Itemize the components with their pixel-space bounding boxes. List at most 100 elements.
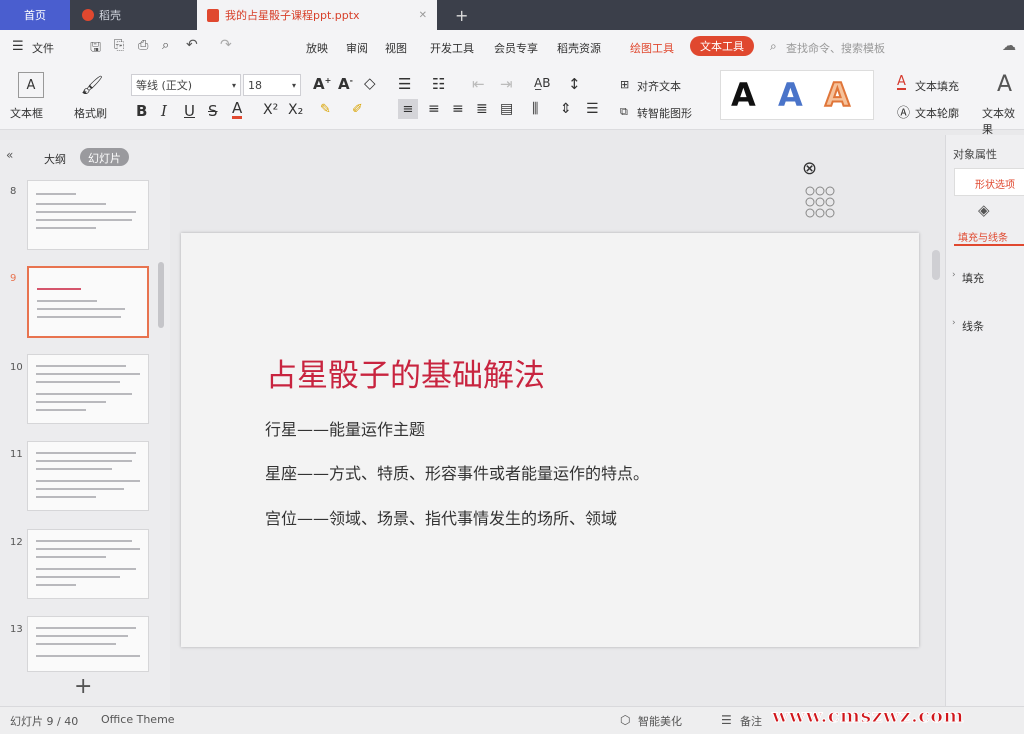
hamburger-icon[interactable]: ☰ xyxy=(12,39,24,54)
textbox-button[interactable]: 文本框 xyxy=(10,105,43,121)
underline-icon[interactable]: U xyxy=(184,102,195,120)
justify-icon[interactable]: ≣ xyxy=(476,101,488,117)
slide-bullet[interactable]: 星座——方式、特质、形容事件或者能量运作的特点。 xyxy=(265,460,649,484)
line-section[interactable]: 线条 xyxy=(962,318,984,334)
canvas-scrollbar[interactable] xyxy=(932,250,940,280)
numbered-list-icon[interactable]: ☷ xyxy=(432,75,445,93)
smart-beautify-button[interactable]: 智能美化 xyxy=(638,713,682,729)
redo-icon[interactable]: ↷ xyxy=(220,37,232,53)
bold-icon[interactable]: B xyxy=(136,102,147,120)
slide-thumbnail-11[interactable] xyxy=(27,441,149,511)
format-painter-button[interactable]: 格式刷 xyxy=(74,105,107,121)
align-text-button[interactable]: 对齐文本 xyxy=(637,78,681,94)
layer-icon[interactable]: ⊗ xyxy=(802,158,817,179)
beautify-icon: ⬡ xyxy=(620,713,631,727)
text-style-orange[interactable]: A xyxy=(824,75,851,115)
slide-number: 13 xyxy=(10,624,23,635)
print-icon[interactable]: ⎙ xyxy=(138,38,148,53)
menu-drawing-tools[interactable]: 绘图工具 xyxy=(630,40,674,56)
fill-section[interactable]: 填充 xyxy=(962,270,984,286)
smart-shape-button[interactable]: 转智能图形 xyxy=(637,105,692,121)
cloud-icon[interactable]: ☁ xyxy=(1002,38,1016,54)
grid-layout-icon[interactable] xyxy=(804,185,836,219)
tab-docer[interactable]: 稻壳 xyxy=(72,0,192,30)
text-effect-button[interactable]: 文本效果 xyxy=(982,105,1024,137)
theme-name: Office Theme xyxy=(101,713,175,726)
smart-shape-icon: ⧉ xyxy=(620,105,628,118)
text-effect-icon[interactable]: A xyxy=(997,72,1012,97)
clear-format-icon[interactable]: ◇ xyxy=(364,74,376,92)
textbox-icon[interactable]: A xyxy=(18,72,44,98)
tab-document[interactable]: 我的占星骰子课程ppt.pptx ✕ xyxy=(197,0,437,30)
distributed-icon[interactable]: ▤ xyxy=(500,101,513,117)
paragraph-spacing-icon[interactable]: ⇕ xyxy=(560,101,572,117)
preview-icon[interactable]: ⌕ xyxy=(162,38,169,53)
align-left-icon[interactable]: ≡ xyxy=(398,99,418,119)
slide-thumbnail-10[interactable] xyxy=(27,354,149,424)
font-name-select[interactable]: 等线 (正文) ▾ xyxy=(131,74,241,96)
menu-slideshow[interactable]: 放映 xyxy=(306,40,328,56)
new-tab-icon[interactable]: + xyxy=(445,0,475,30)
superscript-icon[interactable]: X² xyxy=(263,102,278,118)
slide-number: 12 xyxy=(10,537,23,548)
text-fill-button[interactable]: 文本填充 xyxy=(915,78,959,94)
bullet-list-icon[interactable]: ☰ xyxy=(398,75,411,93)
menu-developer[interactable]: 开发工具 xyxy=(430,40,474,56)
menu-member[interactable]: 会员专享 xyxy=(494,40,538,56)
slide-canvas[interactable]: 占星骰子的基础解法 行星——能量运作主题 星座——方式、特质、形容事件或者能量运… xyxy=(181,233,919,647)
outline-tab[interactable]: 大纲 xyxy=(44,151,66,167)
menu-review[interactable]: 审阅 xyxy=(346,40,368,56)
export-icon[interactable]: ⎘ xyxy=(114,38,124,53)
text-outline-button[interactable]: 文本轮廓 xyxy=(915,105,959,121)
slides-scrollbar[interactable] xyxy=(158,262,164,328)
search-icon: ⌕ xyxy=(770,39,777,53)
close-tab-icon[interactable]: ✕ xyxy=(419,10,427,21)
text-style-blue[interactable]: A xyxy=(778,76,803,114)
text-highlight-icon[interactable]: ✐ xyxy=(352,102,363,117)
menu-docer[interactable]: 稻壳资源 xyxy=(557,40,601,56)
shape-options-tab[interactable]: 形状选项 xyxy=(975,176,1015,191)
subscript-icon[interactable]: X₂ xyxy=(288,102,303,118)
slide-bullet[interactable]: 行星——能量运作主题 xyxy=(265,416,425,440)
expand-icon: › xyxy=(952,270,956,280)
slide-thumbnail-13[interactable] xyxy=(27,616,149,672)
slide-number: 11 xyxy=(10,449,23,460)
tab-home[interactable]: 首页 xyxy=(0,0,70,30)
save-icon[interactable]: 🖫 xyxy=(90,38,101,60)
text-direction-icon[interactable]: A̲B xyxy=(534,76,550,90)
line-spacing-icon[interactable]: ↕ xyxy=(568,75,581,93)
line-spacing-menu-icon[interactable]: ☰ xyxy=(586,101,599,117)
slide-thumbnail-8[interactable] xyxy=(27,180,149,250)
slide-thumbnail-12[interactable] xyxy=(27,529,149,599)
notes-button[interactable]: 备注 xyxy=(740,713,762,729)
collapse-panel-icon[interactable]: « xyxy=(6,148,13,162)
file-menu[interactable]: 文件 xyxy=(32,40,54,56)
slide-thumbnail-9[interactable] xyxy=(27,266,149,338)
properties-title: 对象属性 xyxy=(953,148,997,161)
slide-counter: 幻灯片 9 / 40 xyxy=(10,715,79,728)
align-right-icon[interactable]: ≡ xyxy=(452,101,464,117)
menu-text-tools[interactable]: 文本工具 xyxy=(690,36,754,56)
font-size-select[interactable]: 18 ▾ xyxy=(243,74,301,96)
format-painter-icon[interactable]: 🖌 xyxy=(80,72,104,98)
slides-tab[interactable]: 幻灯片 xyxy=(80,148,129,166)
highlight-icon[interactable]: ✎ xyxy=(320,102,331,117)
command-search[interactable]: 查找命令、搜索模板 xyxy=(786,40,885,56)
font-color-icon[interactable]: A xyxy=(232,101,243,119)
text-style-black[interactable]: A xyxy=(731,76,756,114)
slide-bullet[interactable]: 宫位——领域、场景、指代事情发生的场所、领域 xyxy=(265,505,617,529)
increase-indent-icon[interactable]: ⇥ xyxy=(500,75,513,93)
increase-font-icon[interactable]: A+ xyxy=(313,75,331,93)
columns-icon[interactable]: ⫼ xyxy=(532,101,538,117)
undo-icon[interactable]: ↶ xyxy=(186,37,198,53)
decrease-font-icon[interactable]: A- xyxy=(338,75,353,93)
add-slide-button[interactable]: + xyxy=(74,674,92,699)
menu-view[interactable]: 视图 xyxy=(385,40,407,56)
align-center-icon[interactable]: ≡ xyxy=(428,101,440,117)
fill-line-tab[interactable]: 填充与线条 xyxy=(958,229,1008,244)
italic-icon[interactable]: I xyxy=(161,102,167,120)
expand-icon: › xyxy=(952,318,956,328)
slide-title[interactable]: 占星骰子的基础解法 xyxy=(266,350,545,395)
decrease-indent-icon[interactable]: ⇤ xyxy=(472,75,485,93)
strikethrough-icon[interactable]: S xyxy=(208,102,218,120)
